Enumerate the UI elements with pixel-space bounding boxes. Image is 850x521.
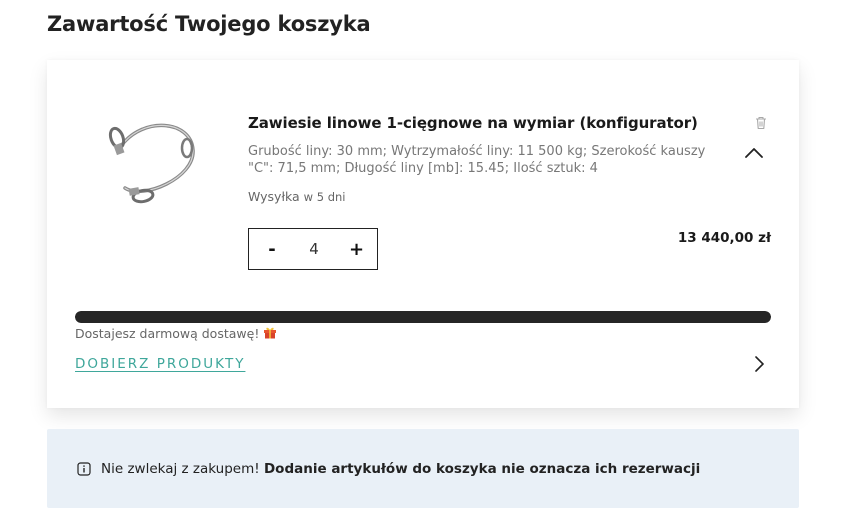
page-title: Zawartość Twojego koszyka [47, 12, 371, 36]
trash-icon [756, 116, 766, 130]
reservation-notice: Nie zwlekaj z zakupem! Dodanie artykułów… [47, 429, 799, 508]
notice-strong: Dodanie artykułów do koszyka nie oznacza… [263, 460, 701, 477]
add-products-arrow-button[interactable] [751, 354, 767, 374]
info-icon [77, 461, 91, 476]
quantity-input[interactable] [294, 240, 334, 258]
product-image[interactable] [103, 108, 203, 214]
decrease-quantity-button[interactable]: - [265, 239, 279, 260]
add-products-link[interactable]: DOBIERZ PRODUKTY [75, 356, 245, 372]
notice-text: Nie zwlekaj z zakupem! Dodanie artykułów… [101, 461, 700, 477]
product-parameters: Grubość liny: 30 mm; Wytrzymałość liny: … [248, 144, 706, 176]
progress-fill [75, 311, 771, 323]
free-shipping-progress [75, 311, 771, 323]
gift-icon [263, 327, 277, 341]
product-name[interactable]: Zawiesie linowe 1-cięgnowe na wymiar (ko… [248, 114, 698, 132]
quantity-stepper: - + [248, 228, 378, 270]
chevron-up-icon [745, 148, 763, 158]
collapse-details-button[interactable] [743, 144, 765, 162]
increase-quantity-button[interactable]: + [349, 239, 364, 260]
cart-item-card: Zawiesie linowe 1-cięgnowe na wymiar (ko… [47, 60, 799, 408]
shipping-days: w 5 dni [303, 190, 346, 204]
notice-lead: Nie zwlekaj z zakupem! [101, 460, 260, 477]
free-shipping-text: Dostajesz darmową dostawę! [75, 326, 260, 341]
delete-item-button[interactable] [753, 115, 769, 131]
free-shipping-message: Dostajesz darmową dostawę! [75, 326, 277, 341]
shipping-label: Wysyłka [248, 189, 300, 204]
shipping-info: Wysyłka w 5 dni [248, 189, 346, 204]
item-price: 13 440,00 zł [677, 230, 771, 246]
chevron-right-icon [755, 356, 764, 372]
